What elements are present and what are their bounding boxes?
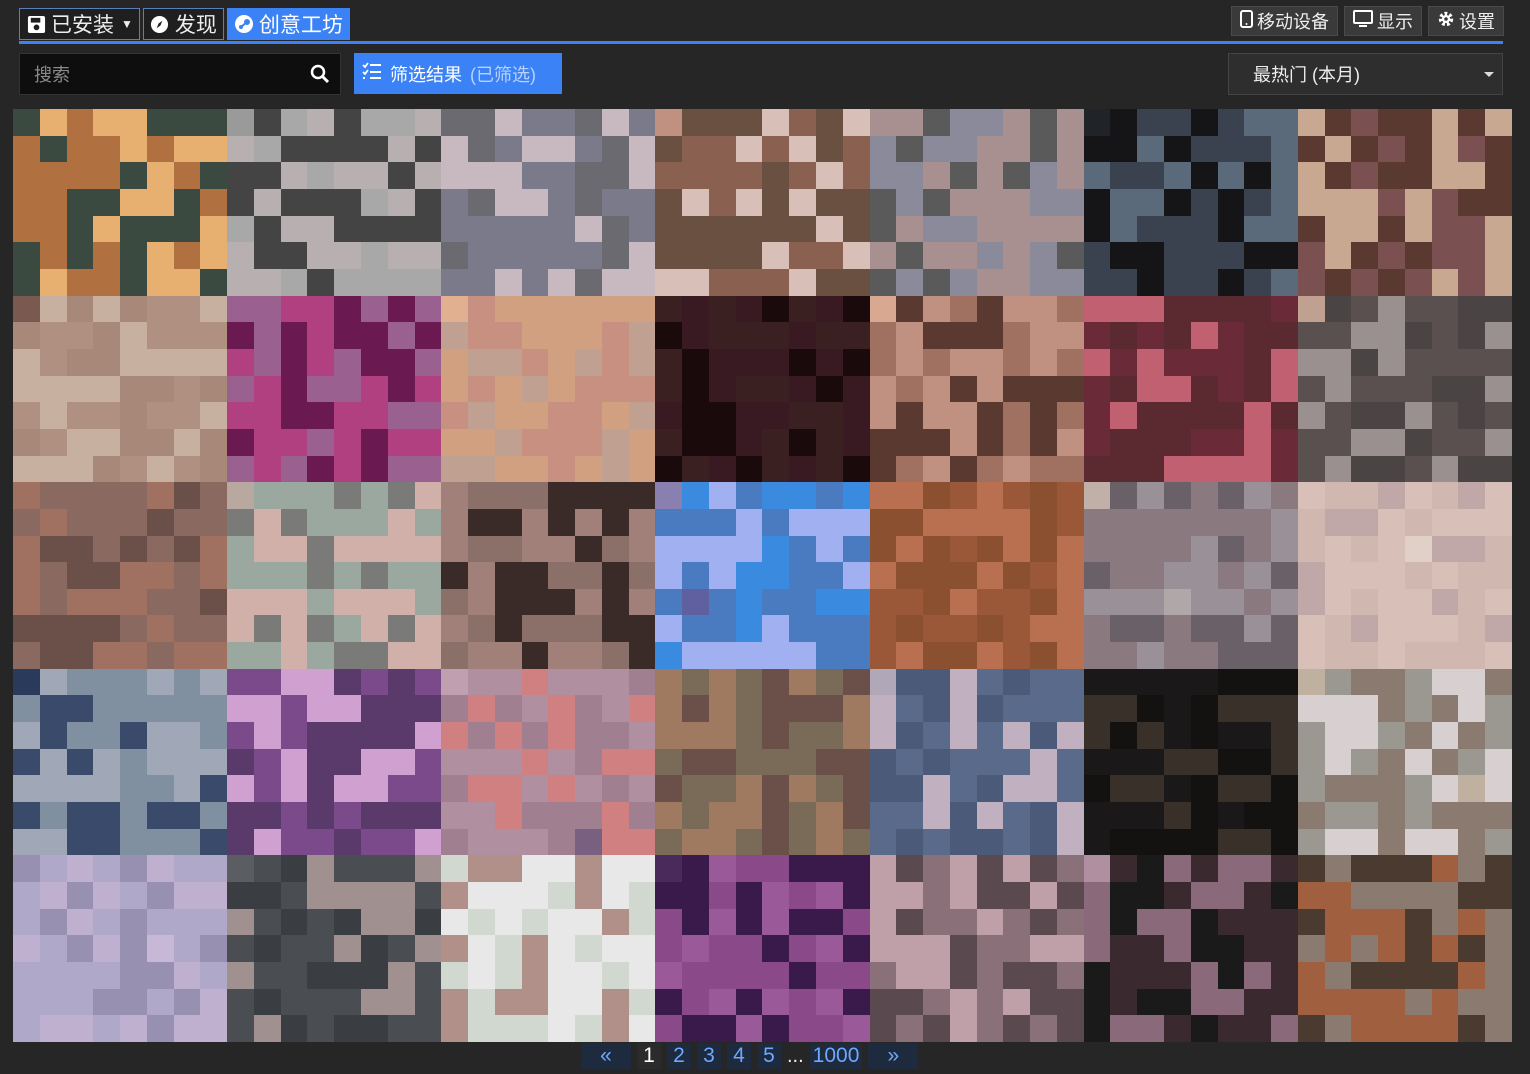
- steam-icon: [234, 14, 254, 34]
- search-icon[interactable]: [310, 64, 330, 89]
- workshop-item-thumbnail[interactable]: [227, 855, 442, 1042]
- settings-button-label: 设置: [1459, 12, 1495, 32]
- filter-results-button[interactable]: 筛选结果 (已筛选): [354, 53, 562, 94]
- workshop-item-thumbnail[interactable]: [13, 668, 228, 856]
- prev-page-button[interactable]: «: [581, 1043, 631, 1069]
- workshop-item-thumbnail[interactable]: [1297, 855, 1512, 1042]
- workshop-item-thumbnail[interactable]: [655, 855, 870, 1042]
- workshop-item-thumbnail[interactable]: [441, 855, 656, 1042]
- filter-status: (已筛选): [470, 64, 536, 85]
- tab-discover-label: 发现: [174, 14, 217, 37]
- workshop-item-thumbnail[interactable]: [227, 295, 442, 483]
- workshop-item-thumbnail[interactable]: [13, 109, 228, 296]
- tab-underline: [19, 41, 1503, 44]
- double-chevron-left-icon: «: [600, 1044, 612, 1067]
- workshop-item-thumbnail[interactable]: [1297, 482, 1512, 669]
- workshop-item-thumbnail[interactable]: [441, 482, 656, 669]
- workshop-item-thumbnail[interactable]: [869, 482, 1084, 669]
- double-chevron-right-icon: »: [887, 1044, 900, 1067]
- workshop-item-thumbnail[interactable]: [441, 295, 656, 483]
- monitor-icon: [1353, 9, 1373, 33]
- search-input[interactable]: [20, 54, 316, 96]
- tab-installed[interactable]: 已安装 ▼: [19, 8, 140, 40]
- settings-button[interactable]: 设置: [1428, 6, 1504, 36]
- workshop-item-thumbnail[interactable]: [655, 109, 870, 296]
- search-box: [19, 53, 341, 96]
- tab-workshop-label: 创意工坊: [258, 14, 343, 37]
- mobile-icon: [1240, 9, 1253, 33]
- workshop-item-thumbnail[interactable]: [1083, 855, 1298, 1042]
- workshop-item-thumbnail[interactable]: [869, 295, 1084, 483]
- workshop-item-thumbnail[interactable]: [1297, 295, 1512, 483]
- page-button-last[interactable]: 1000: [809, 1043, 863, 1069]
- mobile-button-label: 移动设备: [1257, 12, 1329, 32]
- workshop-item-thumbnail[interactable]: [655, 482, 870, 669]
- pagination: « 1 2 3 4 5 ... 1000 »: [581, 1042, 919, 1070]
- mobile-button[interactable]: 移动设备: [1231, 6, 1338, 36]
- workshop-item-thumbnail[interactable]: [227, 482, 442, 669]
- page-button-3[interactable]: 3: [697, 1043, 721, 1069]
- workshop-item-thumbnail[interactable]: [13, 855, 228, 1042]
- workshop-item-thumbnail[interactable]: [655, 295, 870, 483]
- workshop-item-thumbnail[interactable]: [1083, 295, 1298, 483]
- page-ellipsis: ...: [787, 1044, 804, 1067]
- workshop-item-thumbnail[interactable]: [13, 482, 228, 669]
- workshop-item-thumbnail[interactable]: [1297, 668, 1512, 856]
- tab-workshop[interactable]: 创意工坊: [226, 8, 350, 40]
- workshop-item-thumbnail[interactable]: [1083, 668, 1298, 856]
- sort-select[interactable]: 最热门 (本月): [1228, 53, 1503, 95]
- display-button[interactable]: 显示: [1344, 6, 1422, 36]
- display-button-label: 显示: [1377, 12, 1413, 32]
- page-button-4[interactable]: 4: [727, 1043, 751, 1069]
- filter-list-icon: [362, 62, 382, 85]
- top-tab-bar: 已安装 ▼ 发现 创意工坊: [19, 8, 350, 42]
- workshop-item-thumbnail[interactable]: [227, 109, 442, 296]
- page-button-1[interactable]: 1: [637, 1043, 661, 1069]
- gear-icon: [1437, 10, 1455, 33]
- workshop-item-thumbnail[interactable]: [869, 109, 1084, 296]
- page-button-5[interactable]: 5: [757, 1043, 781, 1069]
- workshop-item-thumbnail[interactable]: [13, 295, 228, 483]
- top-right-actions: 移动设备 显示 设置: [1231, 6, 1504, 36]
- chevron-down-icon: [1484, 72, 1494, 77]
- workshop-item-thumbnail[interactable]: [869, 668, 1084, 856]
- workshop-item-thumbnail[interactable]: [441, 668, 656, 856]
- compass-icon: [150, 14, 170, 34]
- filter-label: 筛选结果: [390, 64, 462, 85]
- tab-installed-label: 已安装: [51, 14, 114, 37]
- save-icon: [26, 14, 46, 34]
- workshop-item-thumbnail[interactable]: [1297, 109, 1512, 296]
- workshop-item-thumbnail[interactable]: [655, 668, 870, 856]
- next-page-button[interactable]: »: [868, 1043, 919, 1069]
- workshop-item-thumbnail[interactable]: [227, 668, 442, 856]
- workshop-item-thumbnail[interactable]: [441, 109, 656, 296]
- page-button-2[interactable]: 2: [667, 1043, 691, 1069]
- workshop-item-thumbnail[interactable]: [869, 855, 1084, 1042]
- sort-selected-value: 最热门 (本月): [1253, 65, 1360, 85]
- chevron-down-icon: ▼: [121, 17, 133, 31]
- workshop-item-thumbnail[interactable]: [1083, 109, 1298, 296]
- workshop-item-grid: [13, 109, 1512, 1042]
- workshop-item-thumbnail[interactable]: [1083, 482, 1298, 669]
- tab-discover[interactable]: 发现: [142, 8, 224, 40]
